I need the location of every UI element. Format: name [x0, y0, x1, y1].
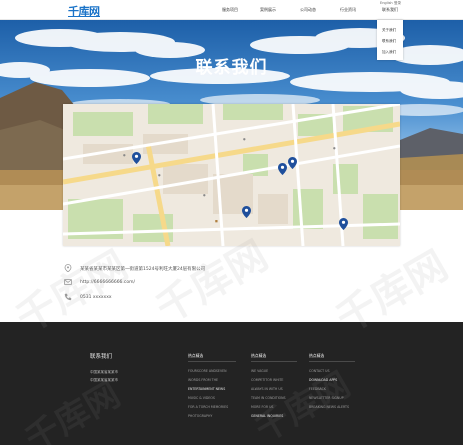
dropdown-item-contact[interactable]: 联系我们	[382, 39, 396, 44]
location-map[interactable]: ● ● ● ● ● ■	[63, 104, 400, 246]
footer-link[interactable]: ENTERTAINMENT NEWS	[188, 387, 225, 391]
site-header: 千库网 English 登录 服务项目 案例展示 公司动态 行业资讯 联系我们	[0, 0, 463, 20]
svg-text:■: ■	[215, 219, 218, 223]
nav-item-cases[interactable]: 案例展示	[260, 7, 276, 13]
footer-link[interactable]: ALWAYS IN WITH US	[251, 387, 283, 391]
logo-underline	[68, 16, 100, 17]
footer-title: 联系我们	[90, 354, 113, 360]
login-link[interactable]: 登录	[394, 1, 401, 6]
footer-link[interactable]: FOURSCORE ANDSEVEN	[188, 369, 227, 373]
footer-link[interactable]: WORDS FROM THE	[188, 378, 218, 382]
svg-text:●: ●	[333, 146, 336, 150]
map-marker-icon[interactable]	[242, 206, 251, 218]
footer-column-title: 热点精选	[188, 353, 204, 358]
svg-text:●: ●	[158, 173, 161, 177]
footer-link[interactable]: BREAKING NEWS ALERTS	[309, 405, 349, 409]
dropdown-item-join[interactable]: 加入我们	[382, 50, 396, 55]
footer-link[interactable]: MUSIC & VIDEOS	[188, 396, 215, 400]
footer-column-title: 热点精选	[309, 353, 325, 358]
footer-link[interactable]: PHOTOGRAPHY	[188, 414, 212, 418]
mail-icon	[64, 279, 72, 285]
map-marker-icon[interactable]	[339, 218, 348, 230]
contact-phone: 0531 xxxxxxx	[80, 295, 112, 300]
contact-website-link[interactable]: http://6666666666.com/	[80, 280, 135, 285]
footer-link[interactable]: WE VAGUE	[251, 369, 268, 373]
svg-text:●: ●	[203, 193, 206, 197]
footer-link[interactable]: FEEDBACK	[309, 387, 326, 391]
nav-item-company-news[interactable]: 公司动态	[300, 7, 316, 13]
footer-link[interactable]: DOWNLOAD APPS	[309, 378, 337, 382]
footer-link[interactable]: GENERAL INQUIRIES	[251, 414, 283, 418]
site-footer: 联系我们 中国某某省某某市 中国某某省某某市 热点精选 FOURSCORE AN…	[0, 322, 463, 445]
language-link[interactable]: English	[380, 1, 393, 5]
footer-link[interactable]: NEWSLETTER SIGNUP	[309, 396, 344, 400]
footer-address-line: 中国某某省某某市	[90, 378, 118, 382]
svg-text:●: ●	[123, 153, 126, 157]
svg-text:●: ●	[243, 137, 246, 141]
contact-address: 某某省某某市某某区第一街道第1524号利旺大厦24层有限公司	[80, 267, 206, 272]
map-canvas: ● ● ● ● ● ■	[63, 104, 400, 246]
map-marker-icon[interactable]	[132, 152, 141, 164]
footer-link[interactable]: MORE FOR US	[251, 405, 273, 409]
footer-link[interactable]: FOR A TORCH MEMORIES	[188, 405, 228, 409]
map-marker-icon[interactable]	[278, 163, 287, 175]
footer-column-title: 热点精选	[251, 353, 267, 358]
nav-dropdown-menu: 关于我们 联系我们 加入我们	[377, 20, 403, 60]
nav-item-contact[interactable]: 联系我们	[382, 7, 398, 13]
footer-link[interactable]: CONTACT US	[309, 369, 329, 373]
footer-column-divider	[309, 361, 355, 362]
site-logo[interactable]: 千库网	[68, 3, 100, 19]
footer-link[interactable]: COMPETITOR WHITE	[251, 378, 283, 382]
footer-link[interactable]: TEAM IN CONDITIONS	[251, 396, 286, 400]
phone-icon	[64, 293, 72, 301]
nav-item-services[interactable]: 服务项目	[222, 7, 238, 13]
footer-address-line: 中国某某省某某市	[90, 370, 118, 374]
footer-column-divider	[188, 361, 236, 362]
nav-item-industry-news[interactable]: 行业资讯	[340, 7, 356, 13]
footer-column-divider	[251, 361, 297, 362]
location-pin-icon	[64, 264, 72, 272]
map-marker-icon[interactable]	[288, 157, 297, 169]
dropdown-item-about[interactable]: 关于我们	[382, 28, 396, 33]
